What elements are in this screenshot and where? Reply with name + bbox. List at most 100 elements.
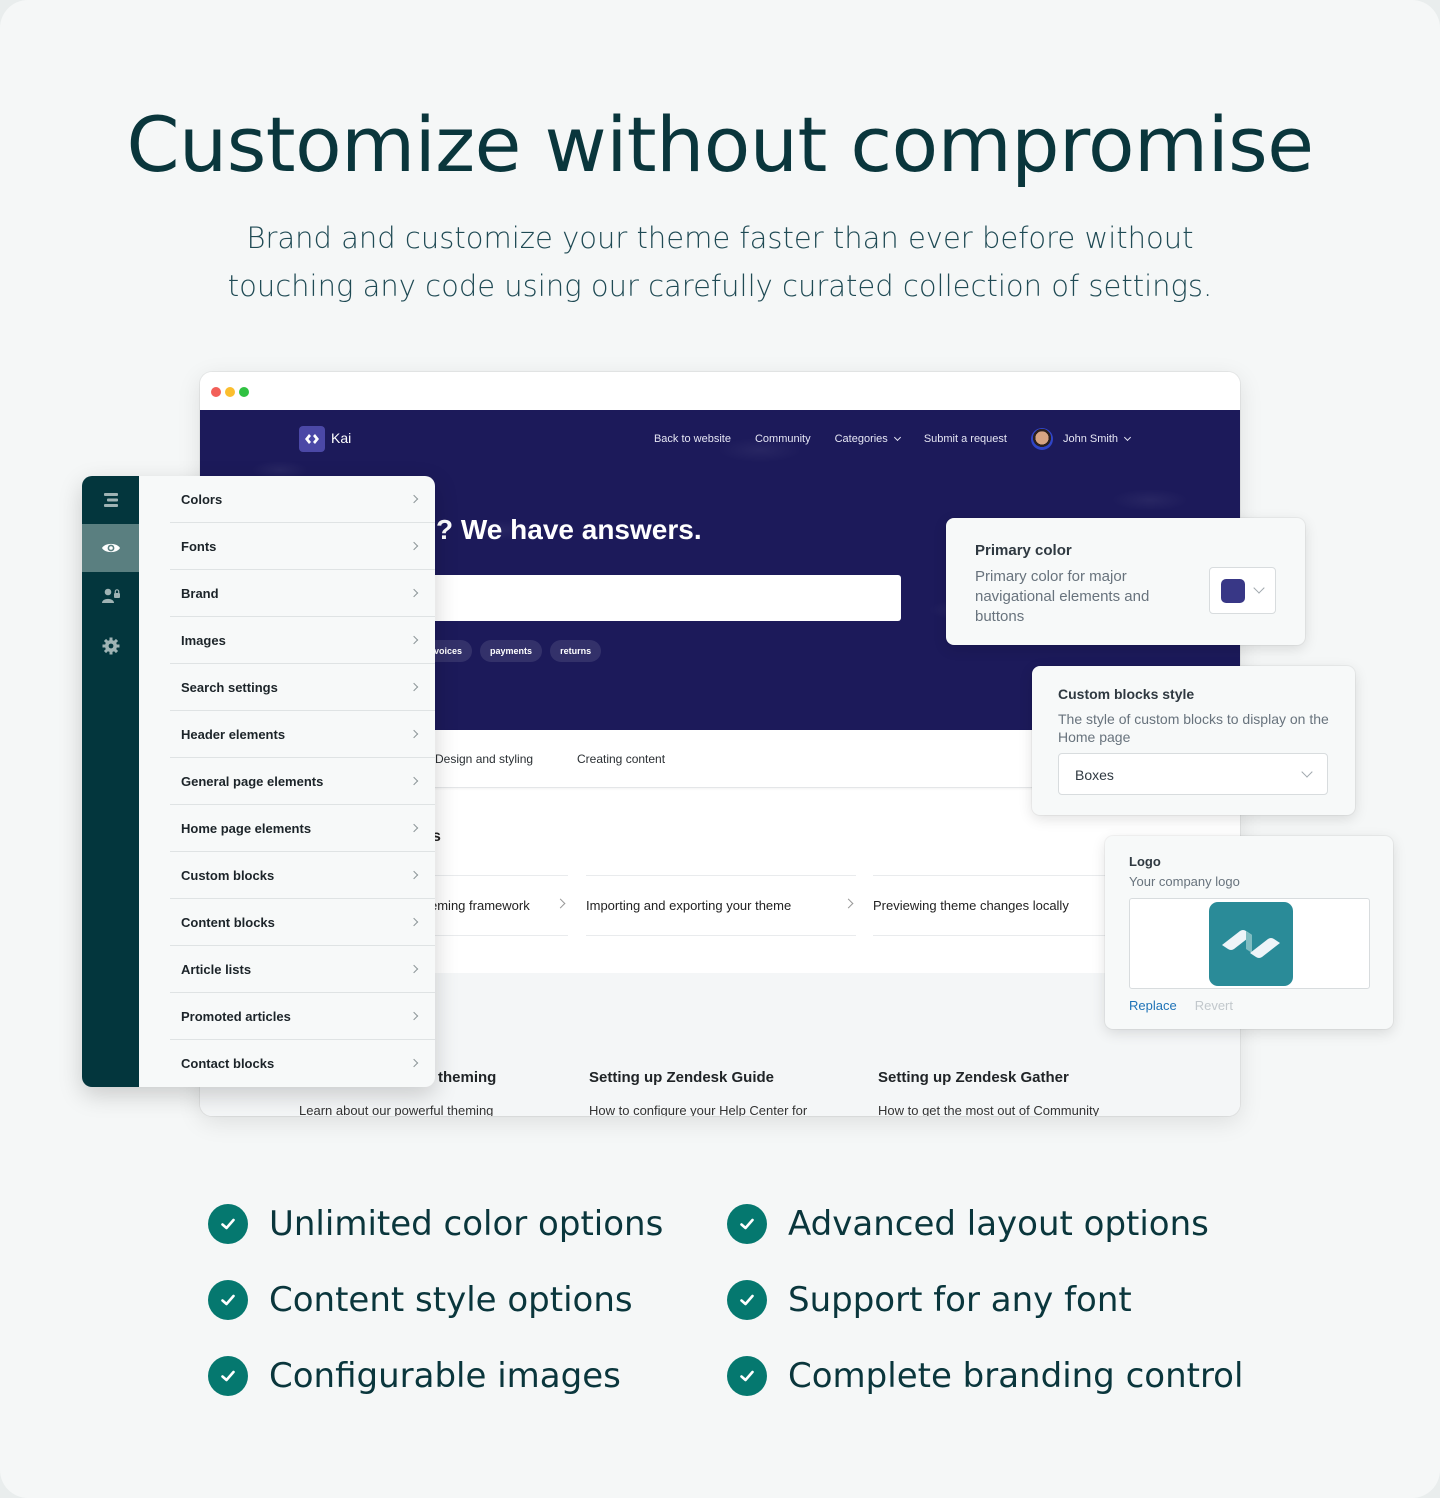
nav-label: Back to website [653, 433, 731, 445]
rail-menu[interactable] [82, 476, 139, 524]
chevron-right-icon [843, 898, 854, 909]
check-circle-icon [208, 1280, 248, 1320]
chevron-right-icon [409, 635, 419, 645]
replace-logo-link[interactable]: Replace [1129, 998, 1177, 1013]
user-menu[interactable]: John Smith [1030, 428, 1132, 450]
chevron-down-icon [1123, 433, 1132, 442]
minimize-window-dot[interactable] [225, 387, 235, 397]
maximize-window-dot[interactable] [239, 387, 249, 397]
nav-back-to-website[interactable]: Back to website [654, 433, 731, 445]
block-description: How to configure your Help Center for [589, 1103, 808, 1116]
chevron-right-icon [409, 494, 419, 504]
nav-community[interactable]: Community [755, 433, 811, 445]
chevron-right-icon [409, 541, 419, 551]
custom-blocks-style-card: Custom blocks style The style of custom … [1032, 666, 1355, 815]
avatar [1030, 428, 1053, 450]
menu-item-fonts[interactable]: Fonts [170, 523, 435, 570]
browser-titlebar [200, 372, 1240, 410]
user-lock-icon [101, 588, 120, 603]
menu-item-label: Content blocks [181, 914, 275, 930]
block-title[interactable]: Setting up Zendesk Gather [878, 1069, 1069, 1086]
feature-item: Advanced layout options [727, 1204, 1209, 1244]
menu-item-label: Promoted articles [181, 1008, 291, 1024]
color-swatch [1221, 579, 1245, 603]
feature-label: Support for any font [788, 1280, 1132, 1320]
card-title: Logo [1129, 854, 1161, 869]
nav-categories[interactable]: Categories [835, 433, 901, 445]
chevron-right-icon [409, 682, 419, 692]
eye-icon [101, 543, 120, 553]
menu-item-label: Contact blocks [181, 1056, 275, 1071]
close-window-dot[interactable] [211, 387, 221, 397]
menu-item-label: Custom blocks [181, 867, 275, 883]
menu-item-article-lists[interactable]: Article lists [170, 946, 435, 993]
revert-logo-link[interactable]: Revert [1195, 998, 1233, 1013]
feature-label: Unlimited color options [269, 1204, 664, 1244]
menu-item-contact-blocks[interactable]: Contact blocks [170, 1040, 435, 1087]
menu-item-label: Home page elements [181, 820, 312, 836]
check-circle-icon [208, 1356, 248, 1396]
page: Customize without compromise Brand and c… [0, 0, 1440, 1498]
brand-logo-icon[interactable] [299, 426, 325, 452]
feature-label: Configurable images [269, 1356, 621, 1396]
menu-item-general-page-elements[interactable]: General page elements [170, 758, 435, 805]
menu-item-content-blocks[interactable]: Content blocks [170, 899, 435, 946]
menu-item-brand[interactable]: Brand [170, 570, 435, 617]
menu-item-custom-blocks[interactable]: Custom blocks [170, 852, 435, 899]
site-headline: ? We have answers. [436, 514, 702, 545]
popular-tags: voices payments returns [424, 640, 602, 662]
rail-settings[interactable] [82, 622, 139, 670]
rail-appearance[interactable] [82, 524, 139, 572]
tab-creating-content[interactable]: Creating content [577, 752, 665, 766]
menu-item-promoted-articles[interactable]: Promoted articles [170, 993, 435, 1040]
color-picker-dropdown[interactable] [1209, 567, 1276, 614]
article-title: eming framework [430, 898, 530, 913]
nav-submit-request[interactable]: Submit a request [924, 433, 1007, 445]
menu-item-images[interactable]: Images [170, 617, 435, 664]
site-nav: Back to website Community Categories Sub… [654, 428, 1132, 450]
feature-label: Advanced layout options [788, 1204, 1209, 1244]
menu-item-header-elements[interactable]: Header elements [170, 711, 435, 758]
company-logo-icon [1209, 902, 1293, 986]
menu-item-label: Search settings [181, 679, 278, 695]
menu-item-home-page-elements[interactable]: Home page elements [170, 805, 435, 852]
page-subtitle: Brand and customize your theme faster th… [227, 221, 1213, 303]
menu-item-label: Article lists [181, 961, 252, 977]
card-description: Your company logo [1129, 874, 1240, 889]
feature-item: Complete branding control [727, 1356, 1243, 1396]
menu-icon [103, 493, 118, 507]
chevron-right-icon [409, 870, 419, 880]
chevron-right-icon [409, 1058, 419, 1068]
card-description: Primary color for major navigational ele… [975, 568, 1150, 625]
nav-label: Submit a request [923, 433, 1007, 445]
tag-chip[interactable]: payments [480, 640, 543, 662]
article-link[interactable]: Previewing theme changes locally [873, 875, 1113, 936]
tag-chip[interactable]: returns [550, 640, 602, 662]
article-link[interactable]: eming framework [430, 875, 568, 936]
menu-item-label: Images [181, 632, 226, 648]
card-description: The style of custom blocks to display on… [1058, 711, 1329, 745]
block-title[interactable]: theming [438, 1069, 496, 1086]
settings-menu: Colors Fonts Brand Images Search setting… [170, 476, 435, 1087]
settings-panel: Colors Fonts Brand Images Search setting… [82, 476, 435, 1087]
article-link[interactable]: Importing and exporting your theme [586, 875, 856, 936]
primary-color-card: Primary color Primary color for major na… [946, 518, 1305, 645]
logo-preview [1129, 898, 1370, 989]
chevron-right-icon [409, 964, 419, 974]
menu-item-search-settings[interactable]: Search settings [170, 664, 435, 711]
chevron-right-icon [409, 1011, 419, 1021]
feature-item: Support for any font [727, 1280, 1132, 1320]
chevron-right-icon [555, 898, 566, 909]
chevron-down-icon [893, 433, 901, 442]
tab-design-and-styling[interactable]: Design and styling [435, 752, 533, 766]
block-title[interactable]: Setting up Zendesk Guide [589, 1069, 774, 1086]
chevron-right-icon [409, 823, 419, 833]
chevron-down-icon [1301, 766, 1313, 778]
logo-card: Logo Your company logo Replace Revert [1105, 836, 1393, 1029]
rail-permissions[interactable] [82, 572, 139, 620]
feature-item: Configurable images [208, 1356, 621, 1396]
brand-name[interactable]: Kai [331, 430, 351, 446]
menu-item-colors[interactable]: Colors [170, 476, 435, 523]
page-title: Customize without compromise [126, 100, 1314, 189]
custom-blocks-style-select[interactable]: Boxes [1058, 753, 1328, 795]
